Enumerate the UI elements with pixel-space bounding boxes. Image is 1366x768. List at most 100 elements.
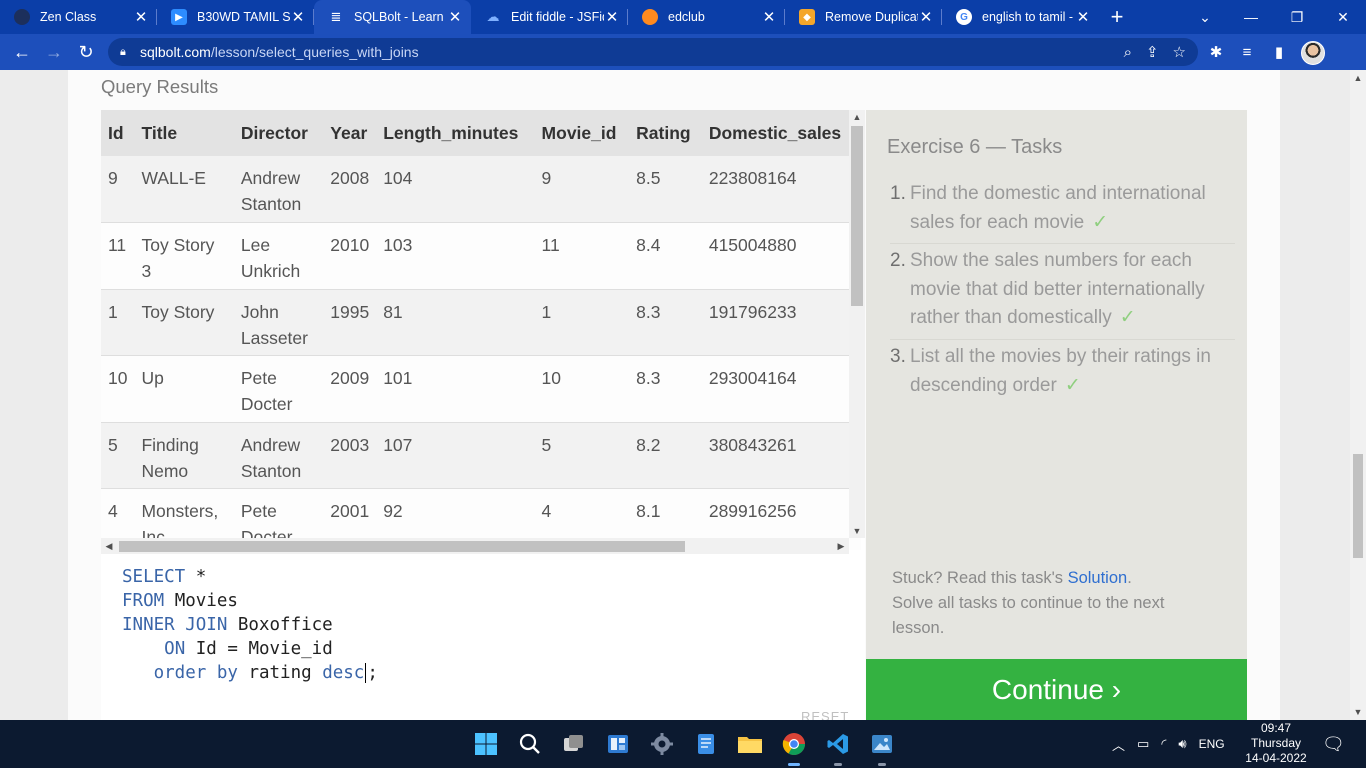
- notification-icon[interactable]: 🗨︎: [1322, 720, 1345, 768]
- results-horizontal-scrollbar[interactable]: ◀ ▶: [101, 538, 849, 555]
- table-row: 5 Finding Nemo Andrew Stanton 2003 107 5 8.2 38…: [101, 422, 861, 489]
- chrome-icon[interactable]: [778, 728, 810, 766]
- task-item: 3. List all the movies by their ratings …: [890, 346, 1211, 396]
- scrollbar-thumb[interactable]: [851, 126, 863, 306]
- table-cell: 9: [534, 156, 630, 223]
- restore-button[interactable]: ❐: [1274, 0, 1320, 34]
- battery-icon[interactable]: ▭: [1137, 736, 1149, 752]
- code-line: SELECT *: [122, 567, 207, 587]
- code-line: order by rating desc;: [153, 663, 378, 683]
- reading-list-icon[interactable]: ≡: [1232, 34, 1262, 70]
- close-icon[interactable]: ✕: [1075, 8, 1091, 26]
- forward-icon[interactable]: →: [38, 36, 70, 68]
- wifi-icon[interactable]: ◜: [1161, 736, 1166, 752]
- reload-icon[interactable]: ↻: [70, 36, 102, 68]
- side-panel-icon[interactable]: ▮: [1264, 34, 1294, 70]
- table-row: 9 WALL-E Andrew Stanton 2008 104 9 8.5 22380816…: [101, 156, 861, 223]
- table-cell: 380843261: [701, 422, 861, 489]
- query-results-panel: Id Title Director Year Length_minutes Mo…: [101, 110, 865, 555]
- google-icon: G: [956, 9, 972, 25]
- close-icon[interactable]: ✕: [761, 8, 777, 26]
- scroll-right-icon[interactable]: ▶: [833, 538, 849, 555]
- zoom-icon[interactable]: ⌕: [1124, 44, 1132, 61]
- tab-zen-class[interactable]: Zen Class ✕: [0, 0, 157, 34]
- scroll-left-icon[interactable]: ◀: [101, 538, 117, 555]
- url-domain: sqlbolt.com: [140, 44, 211, 60]
- tab-label: edclub: [668, 10, 705, 24]
- scroll-up-icon[interactable]: ▲: [1350, 70, 1366, 86]
- solution-link[interactable]: Solution: [1068, 569, 1128, 587]
- file-explorer-icon[interactable]: [734, 728, 766, 760]
- table-cell: Up: [134, 355, 234, 423]
- column-header: Title: [134, 110, 234, 156]
- continue-button[interactable]: Continue ›: [866, 659, 1247, 720]
- close-window-button[interactable]: ✕: [1320, 0, 1366, 34]
- tab-sqlbolt[interactable]: ≣ SQLBolt - Learn S ✕: [314, 0, 471, 34]
- column-header: Length_minutes: [376, 110, 535, 156]
- share-icon[interactable]: ⇪: [1146, 43, 1159, 61]
- close-icon[interactable]: ✕: [604, 8, 620, 26]
- close-icon[interactable]: ✕: [918, 8, 934, 26]
- table-cell: 8.5: [629, 156, 702, 223]
- minimize-button[interactable]: —: [1228, 0, 1274, 34]
- tasks-title: Exercise 6 — Tasks: [887, 136, 1063, 158]
- extensions-icon[interactable]: ✱: [1201, 34, 1231, 70]
- tab-label: english to tamil -: [982, 10, 1074, 24]
- scroll-down-icon[interactable]: ▼: [849, 524, 865, 538]
- search-icon[interactable]: [514, 728, 546, 760]
- table-cell: 223808164: [701, 156, 861, 223]
- url-path: /lesson/select_queries_with_joins: [210, 44, 419, 60]
- task-view-icon[interactable]: [558, 728, 590, 760]
- taskbar-clock[interactable]: 09:47 Thursday 14-04-2022: [1236, 721, 1316, 766]
- results-vertical-scrollbar[interactable]: ▲ ▼: [849, 110, 865, 538]
- table-cell: 8.3: [629, 289, 702, 356]
- profile-avatar[interactable]: [1301, 41, 1325, 65]
- language-indicator[interactable]: ENG: [1199, 737, 1225, 751]
- table-cell: 2003: [323, 422, 377, 489]
- database-icon: ≣: [330, 9, 342, 24]
- address-bar[interactable]: 🔒︎ sqlbolt.com/lesson/select_queries_wit…: [108, 38, 1198, 66]
- column-header: Domestic_sales: [701, 110, 861, 156]
- scrollbar-thumb[interactable]: [1353, 454, 1363, 558]
- volume-icon[interactable]: 🔊︎: [1178, 736, 1186, 752]
- scroll-up-icon[interactable]: ▲: [849, 110, 865, 124]
- scrollbar-thumb[interactable]: [119, 541, 685, 552]
- new-tab-button[interactable]: +: [1099, 0, 1135, 34]
- tab-english-to-tamil[interactable]: G english to tamil - ✕: [942, 0, 1099, 34]
- edclub-icon: [642, 9, 658, 25]
- clock-time: 09:47: [1260, 721, 1292, 735]
- reset-button[interactable]: RESET: [801, 709, 849, 720]
- table-cell: 104: [376, 156, 535, 223]
- column-header: Rating: [629, 110, 702, 156]
- system-tray: ︿ ▭ ◜ 🔊︎ ENG: [1112, 720, 1225, 768]
- scroll-down-icon[interactable]: ▼: [1350, 704, 1366, 720]
- notepad-icon[interactable]: [690, 728, 722, 760]
- windows-start-icon[interactable]: [470, 728, 502, 760]
- close-icon[interactable]: ✕: [133, 8, 149, 26]
- close-icon[interactable]: ✕: [447, 8, 463, 26]
- sql-editor[interactable]: SELECT * FROM Movies INNER JOIN Boxoffic…: [101, 554, 865, 720]
- tab-remove-duplicates[interactable]: ◆ Remove Duplicat ✕: [785, 0, 942, 34]
- table-cell: 415004880: [701, 222, 861, 290]
- vscode-icon[interactable]: [822, 728, 854, 766]
- table-cell: John Lasseter: [233, 289, 324, 356]
- table-cell: Finding Nemo: [134, 422, 234, 489]
- table-cell: 103: [376, 222, 535, 290]
- table-cell: 293004164: [701, 355, 861, 423]
- chevron-up-icon[interactable]: ︿: [1112, 735, 1125, 754]
- tab-label: Zen Class: [40, 10, 97, 24]
- widgets-icon[interactable]: [602, 728, 634, 760]
- tab-search-icon[interactable]: ⌄: [1182, 0, 1228, 34]
- close-icon[interactable]: ✕: [290, 8, 306, 26]
- tab-jsfiddle[interactable]: ☁ Edit fiddle - JSFid ✕: [471, 0, 628, 34]
- tab-b30wd[interactable]: ▶ B30WD TAMIL Se ✕: [157, 0, 314, 34]
- bookmark-star-icon[interactable]: ☆: [1173, 43, 1186, 61]
- back-icon[interactable]: ←: [6, 36, 38, 68]
- page-scrollbar[interactable]: ▲ ▼: [1350, 70, 1366, 720]
- zen-icon: [14, 9, 30, 25]
- table-cell: 1995: [323, 289, 377, 356]
- task-item: 2. Show the sales numbers for each movie…: [890, 247, 1235, 340]
- photos-icon[interactable]: [866, 728, 898, 766]
- tab-edclub[interactable]: edclub ✕: [628, 0, 785, 34]
- settings-gear-icon[interactable]: [646, 728, 678, 760]
